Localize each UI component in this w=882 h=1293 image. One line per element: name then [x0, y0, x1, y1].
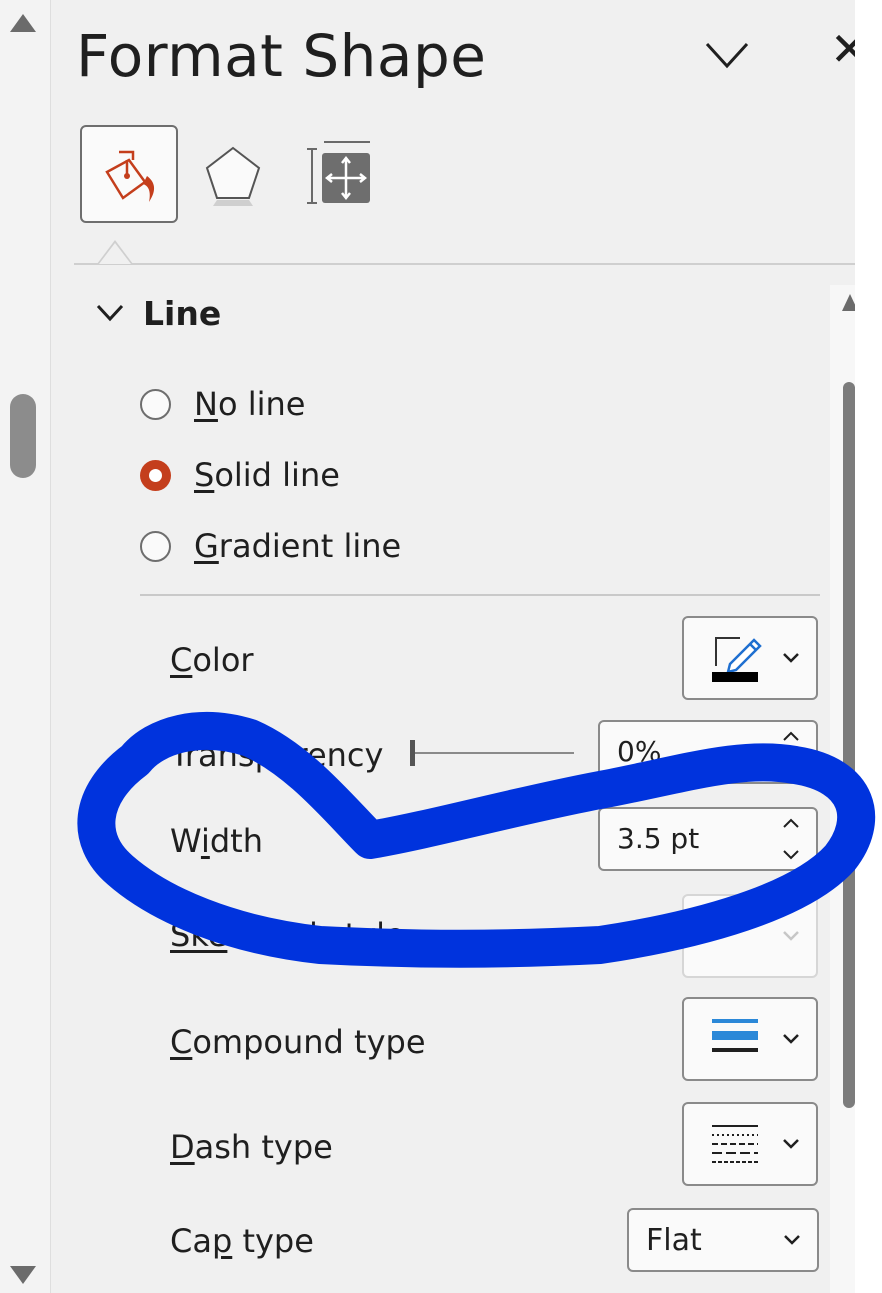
- radio-button[interactable]: [140, 530, 171, 562]
- collapse-chevron-icon[interactable]: [95, 300, 125, 326]
- dash-lines-icon: [712, 1125, 758, 1163]
- spin-up-icon[interactable]: [782, 731, 800, 742]
- transparency-spinner[interactable]: 0%: [598, 720, 818, 784]
- dropdown-chevron-icon: [783, 931, 799, 941]
- width-label: Width: [170, 822, 263, 860]
- pen-color-icon: [712, 637, 762, 682]
- pane-options-chevron-icon[interactable]: [704, 40, 750, 70]
- dash-type-label: Dash type: [170, 1128, 333, 1166]
- dropdown-chevron-icon: [783, 1139, 799, 1149]
- transparency-slider[interactable]: [408, 738, 576, 768]
- dropdown-chevron-icon: [784, 1235, 800, 1245]
- compound-type-label: Compound type: [170, 1023, 426, 1061]
- dropdown-chevron-icon: [783, 1034, 799, 1044]
- outer-scrollbar[interactable]: [0, 0, 51, 1293]
- scroll-down-arrow-icon[interactable]: [10, 1266, 36, 1284]
- tabs-divider: [74, 263, 855, 265]
- slider-thumb[interactable]: [410, 740, 415, 766]
- transparency-label: Transparency: [170, 736, 384, 774]
- radio-label: Gradient line: [194, 527, 402, 565]
- outer-scrollbar-thumb[interactable]: [10, 394, 36, 478]
- size-position-icon: [307, 141, 370, 204]
- compound-type-dropdown[interactable]: [682, 997, 818, 1081]
- radio-gradient-line[interactable]: Gradient line: [140, 527, 401, 565]
- radio-label: No line: [194, 385, 306, 423]
- paint-bucket-icon: [105, 150, 155, 202]
- width-spinner[interactable]: 3.5 pt: [598, 807, 818, 871]
- pane-title: Format Shape: [76, 22, 487, 90]
- radio-solid-line[interactable]: Solid line: [140, 456, 340, 494]
- scroll-up-arrow-icon[interactable]: [10, 14, 36, 32]
- color-picker-button[interactable]: [682, 616, 818, 700]
- radio-no-line[interactable]: No line: [140, 385, 305, 423]
- section-title-line[interactable]: Line: [143, 294, 221, 333]
- tab-size-properties[interactable]: [292, 127, 386, 221]
- spin-down-icon[interactable]: [782, 762, 800, 773]
- transparency-value[interactable]: 0%: [617, 735, 661, 768]
- radio-button-selected[interactable]: [140, 459, 171, 491]
- compound-lines-icon: [712, 1019, 758, 1052]
- sketched-style-dropdown[interactable]: [682, 894, 818, 978]
- spin-down-icon[interactable]: [782, 849, 800, 860]
- tab-effects[interactable]: [186, 127, 280, 221]
- width-value[interactable]: 3.5 pt: [617, 822, 699, 855]
- spin-up-icon[interactable]: [782, 818, 800, 829]
- cap-type-value: Flat: [646, 1223, 702, 1258]
- radio-label: Solid line: [194, 456, 340, 494]
- dropdown-chevron-icon: [783, 653, 799, 663]
- pentagon-icon: [205, 146, 261, 206]
- dash-type-dropdown[interactable]: [682, 1102, 818, 1186]
- radio-button[interactable]: [140, 388, 171, 420]
- tab-fill-line[interactable]: [80, 125, 178, 223]
- sketched-style-label: Sketched style: [170, 916, 405, 954]
- cap-type-select[interactable]: Flat: [627, 1208, 819, 1272]
- cap-type-label: Cap type: [170, 1222, 314, 1260]
- pane-scrollbar-thumb[interactable]: [843, 382, 855, 1108]
- color-label: Color: [170, 641, 254, 679]
- section-divider: [140, 594, 820, 596]
- window-edge: [855, 0, 882, 1293]
